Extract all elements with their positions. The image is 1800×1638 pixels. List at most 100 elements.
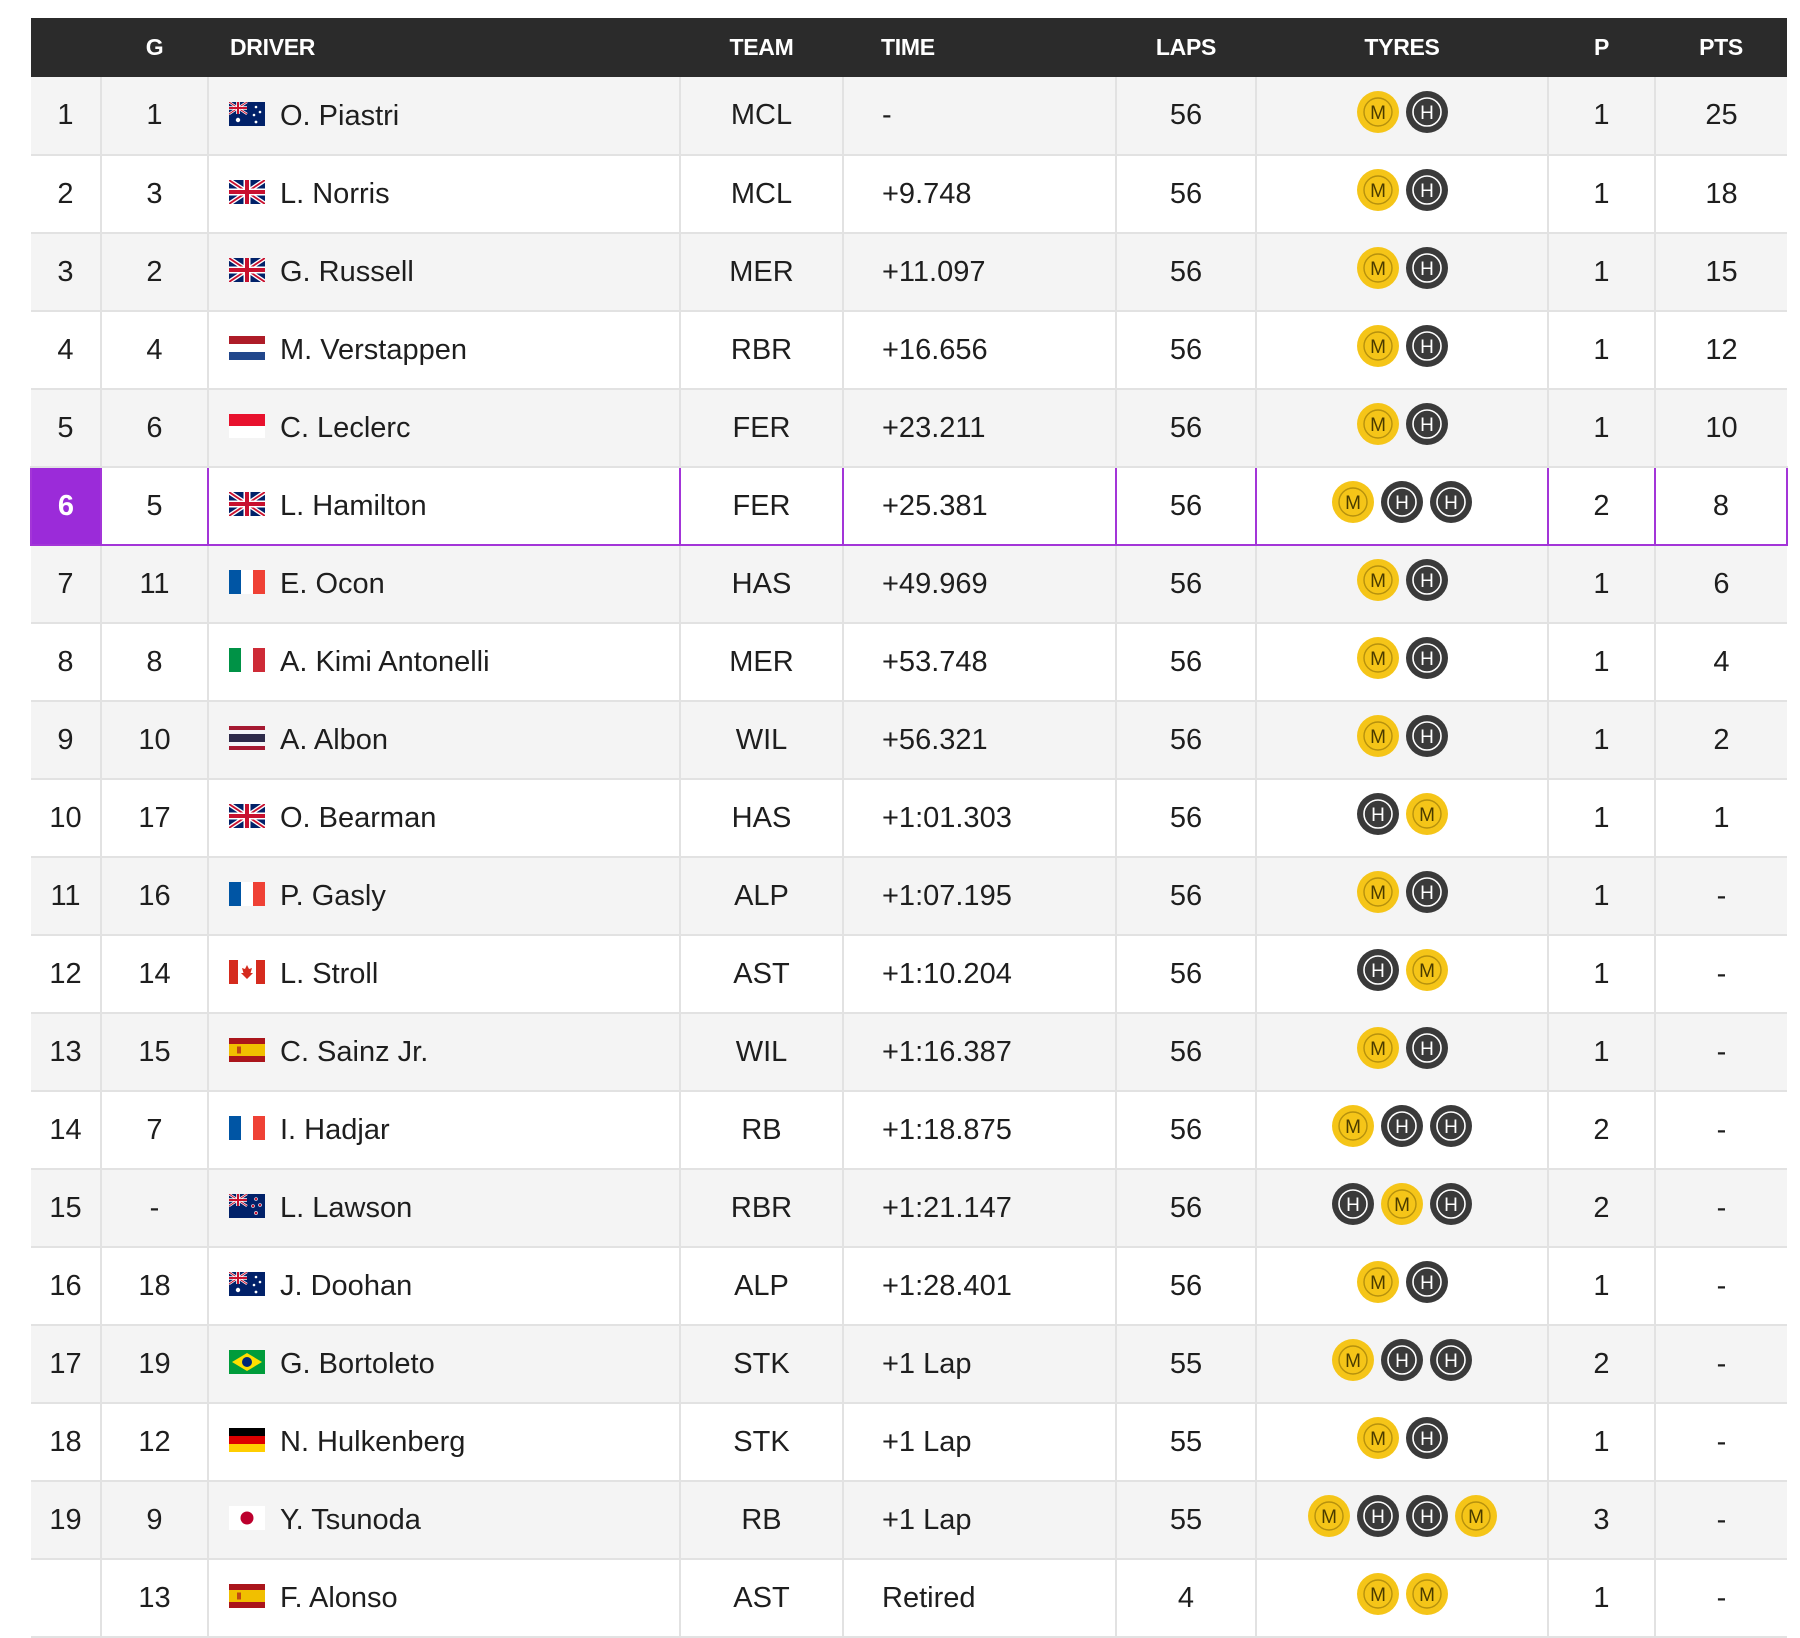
position-cell: 7 (31, 545, 102, 624)
header-team[interactable]: TEAM (680, 18, 843, 77)
laps-cell: 56 (1116, 77, 1257, 156)
medium-tyre-icon: M (1381, 1183, 1423, 1225)
driver-name[interactable]: P. Gasly (280, 880, 386, 912)
driver-cell[interactable]: P. Gasly (208, 857, 681, 936)
table-row[interactable]: 5 6 C. Leclerc FER +23.211 56 M H 1 10 (31, 389, 1787, 468)
medium-tyre-icon: M (1356, 559, 1399, 601)
hard-tyre-icon: H (1381, 1105, 1423, 1147)
table-row[interactable]: 2 3 L. Norris MCL +9.748 56 M H 1 18 (31, 155, 1787, 234)
table-row[interactable]: 15- L. Lawson RBR +1:21.147 56 H M H 2- (31, 1169, 1787, 1248)
medium-tyre-icon: M (1356, 403, 1399, 445)
driver-name[interactable]: Y. Tsunoda (280, 1504, 421, 1536)
driver-name[interactable]: J. Doohan (280, 1270, 412, 1302)
svg-text:H: H (1371, 961, 1385, 982)
driver-cell[interactable]: A. Albon (208, 701, 681, 780)
grid-cell: 3 (101, 155, 209, 234)
table-row[interactable]: 14 7 I. Hadjar RB +1:18.875 56 M H H 2- (31, 1091, 1787, 1170)
header-driver[interactable]: DRIVER (208, 18, 680, 77)
table-row[interactable]: 8 8 A. Kimi Antonelli MER +53.748 56 M H 1 4 (31, 623, 1787, 702)
driver-name[interactable]: O. Piastri (280, 99, 399, 131)
driver-cell[interactable]: L. Norris (208, 155, 681, 234)
table-row[interactable]: 18 12 N. Hulkenberg STK +1 Lap 55 M H 1- (31, 1403, 1787, 1482)
driver-name[interactable]: L. Norris (280, 178, 390, 210)
driver-name[interactable]: L. Stroll (280, 958, 378, 990)
driver-cell[interactable]: O. Bearman (208, 779, 681, 858)
driver-name[interactable]: I. Hadjar (280, 1114, 390, 1146)
driver-name[interactable]: G. Russell (280, 256, 414, 288)
driver-name[interactable]: F. Alonso (280, 1582, 398, 1614)
driver-name[interactable]: A. Albon (280, 724, 388, 756)
table-row[interactable]: 7 11 E. Ocon HAS +49.969 56 M H 1 6 (31, 545, 1787, 624)
driver-name[interactable]: A. Kimi Antonelli (280, 646, 490, 678)
driver-name[interactable]: L. Hamilton (280, 490, 427, 522)
svg-text:M: M (1345, 1351, 1361, 1372)
driver-name[interactable]: L. Lawson (280, 1192, 412, 1224)
medium-tyre-icon: M (1356, 1261, 1399, 1303)
table-row[interactable]: 9 10 A. Albon WIL +56.321 56 M H 1 2 (31, 701, 1787, 780)
svg-text:H: H (1444, 1195, 1458, 1216)
driver-name[interactable]: C. Sainz Jr. (280, 1036, 428, 1068)
driver-cell[interactable]: L. Stroll (208, 935, 681, 1014)
points-cell: 8 (1655, 466, 1788, 546)
driver-cell[interactable]: J. Doohan (208, 1247, 681, 1326)
tyres-cell: MH (1256, 311, 1549, 390)
position-cell: 13 (31, 1013, 102, 1092)
svg-text:H: H (1371, 1507, 1385, 1528)
svg-text:M: M (1370, 571, 1386, 592)
driver-name[interactable]: N. Hulkenberg (280, 1426, 465, 1458)
driver-cell[interactable]: Y. Tsunoda (208, 1481, 681, 1560)
header-laps[interactable]: LAPS (1116, 18, 1256, 77)
grid-cell: - (101, 1169, 209, 1248)
grid-cell: 16 (101, 857, 209, 936)
driver-cell[interactable]: N. Hulkenberg (208, 1403, 681, 1482)
driver-name[interactable]: G. Bortoleto (280, 1348, 435, 1380)
driver-cell[interactable]: G. Bortoleto (208, 1325, 681, 1404)
header-grid[interactable]: G (101, 18, 208, 77)
pits-cell: 1 (1548, 311, 1656, 390)
svg-text:M: M (1321, 1507, 1337, 1528)
driver-cell[interactable]: C. Leclerc (208, 389, 681, 468)
header-pits[interactable]: P (1548, 18, 1655, 77)
table-row[interactable]: 6 5 L. Hamilton FER +25.381 56 M H H 2 8 (30, 466, 1788, 546)
pits-cell: 1 (1548, 935, 1656, 1014)
header-time[interactable]: TIME (843, 18, 1116, 77)
driver-cell[interactable]: E. Ocon (208, 545, 681, 624)
driver-cell[interactable]: L. Hamilton (208, 466, 681, 546)
driver-cell[interactable]: A. Kimi Antonelli (208, 623, 681, 702)
table-row[interactable]: 11 16 P. Gasly ALP +1:07.195 56 M H 1- (31, 857, 1787, 936)
table-row[interactable]: 16 18 J. Doohan ALP +1:28.401 56 M H 1- (31, 1247, 1787, 1326)
header-tyres[interactable]: TYRES (1256, 18, 1548, 77)
header-points[interactable]: PTS (1655, 18, 1787, 77)
table-row[interactable]: 1 1 O. Piastri MCL -56 M H 1 25 (31, 77, 1787, 156)
time-cell: +1 Lap (843, 1481, 1117, 1560)
grid-cell: 8 (101, 623, 209, 702)
table-row[interactable]: 4 4 M. Verstappen RBR +16.656 56 M H 1 12 (31, 311, 1787, 390)
tyres-cell: MHHM (1256, 1481, 1549, 1560)
table-row[interactable]: 13 F. Alonso AST Retired 4 M M 1- (31, 1559, 1787, 1638)
driver-name[interactable]: E. Ocon (280, 568, 385, 600)
table-row[interactable]: 19 9 Y. Tsunoda RB +1 Lap 55 M H H M 3- (31, 1481, 1787, 1560)
table-row[interactable]: 17 19 G. Bortoleto STK +1 Lap 55 M H H 2- (31, 1325, 1787, 1404)
time-cell: +56.321 (843, 701, 1117, 780)
grid-cell: 6 (101, 389, 209, 468)
svg-text:M: M (1370, 1039, 1386, 1060)
driver-cell[interactable]: F. Alonso (208, 1559, 681, 1638)
driver-name[interactable]: M. Verstappen (280, 334, 467, 366)
table-row[interactable]: 12 14 L. Stroll AST +1:10.204 56 H M 1- (31, 935, 1787, 1014)
laps-cell: 56 (1116, 311, 1257, 390)
svg-text:M: M (1370, 1273, 1386, 1294)
driver-cell[interactable]: M. Verstappen (208, 311, 681, 390)
driver-cell[interactable]: C. Sainz Jr. (208, 1013, 681, 1092)
tyre-strategy: MH (1356, 246, 1449, 290)
driver-cell[interactable]: O. Piastri (208, 77, 681, 156)
driver-name[interactable]: C. Leclerc (280, 412, 411, 444)
points-cell: 15 (1655, 233, 1787, 312)
table-row[interactable]: 13 15 C. Sainz Jr. WIL +1:16.387 56 M H 1- (31, 1013, 1787, 1092)
driver-name[interactable]: O. Bearman (280, 802, 436, 834)
driver-cell[interactable]: I. Hadjar (208, 1091, 681, 1170)
table-row[interactable]: 3 2 G. Russell MER +11.097 56 M H 1 15 (31, 233, 1787, 312)
driver-cell[interactable]: L. Lawson (208, 1169, 681, 1248)
table-row[interactable]: 10 17 O. Bearman HAS +1:01.303 56 H M 1 1 (31, 779, 1787, 858)
tyres-cell: MH (1256, 623, 1549, 702)
driver-cell[interactable]: G. Russell (208, 233, 681, 312)
